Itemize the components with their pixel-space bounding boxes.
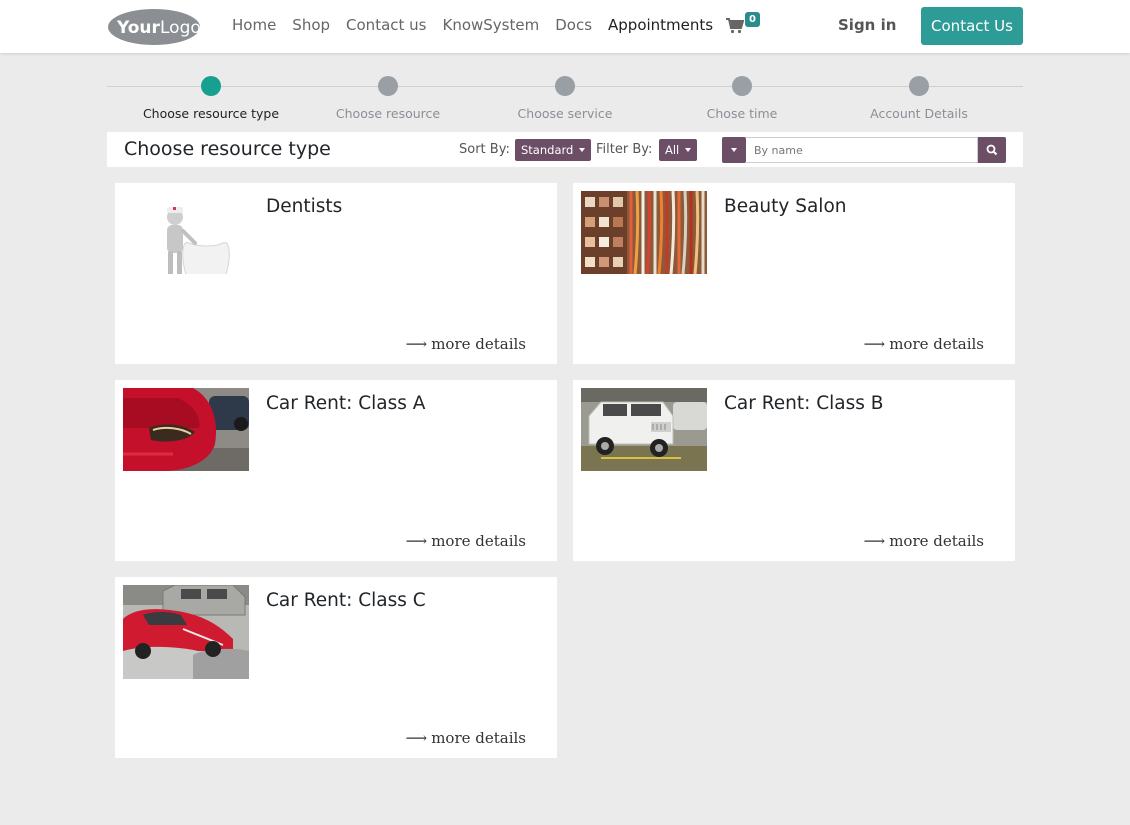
step-label: Choose service bbox=[517, 106, 613, 121]
more-details-link[interactable]: ⟶ more details bbox=[864, 532, 984, 550]
search-input[interactable] bbox=[746, 137, 978, 163]
caret-down-icon bbox=[731, 148, 737, 152]
nav-appointments[interactable]: Appointments bbox=[608, 16, 713, 34]
step-dot bbox=[378, 76, 398, 96]
resource-card-car-rent-class-b[interactable]: Car Rent: Class B ⟶ more details bbox=[573, 380, 1015, 561]
filter-dropdown[interactable]: All bbox=[659, 139, 698, 161]
filter-value: All bbox=[665, 143, 680, 157]
more-details-link[interactable]: ⟶ more details bbox=[406, 729, 526, 747]
more-details-label: more details bbox=[431, 335, 526, 353]
resource-card-dentists[interactable]: Dentists ⟶ more details bbox=[115, 183, 557, 364]
page-title: Choose resource type bbox=[124, 138, 331, 160]
card-image bbox=[123, 585, 249, 679]
arrow-right-icon: ⟶ bbox=[405, 532, 428, 550]
card-image bbox=[581, 191, 707, 274]
svg-text:Your: Your bbox=[116, 18, 161, 38]
nav-knowsystem[interactable]: KnowSystem bbox=[442, 16, 539, 34]
contact-us-button[interactable]: Contact Us bbox=[921, 7, 1023, 45]
step-label: Account Details bbox=[870, 106, 968, 121]
sort-dropdown[interactable]: Standard bbox=[515, 139, 592, 161]
step-dot bbox=[909, 76, 929, 96]
sort-value: Standard bbox=[521, 143, 574, 157]
logo[interactable]: Your Logo bbox=[107, 8, 201, 46]
arrow-right-icon: ⟶ bbox=[863, 335, 886, 353]
step-chose-time[interactable]: Chose time bbox=[662, 76, 822, 121]
card-title: Car Rent: Class C bbox=[266, 590, 426, 611]
step-label: Choose resource bbox=[335, 106, 441, 121]
step-account-details[interactable]: Account Details bbox=[839, 76, 999, 121]
arrow-right-icon: ⟶ bbox=[863, 532, 886, 550]
more-details-label: more details bbox=[889, 335, 984, 353]
step-label: Chose time bbox=[706, 106, 778, 121]
car-class-c-image bbox=[123, 585, 249, 679]
card-title: Dentists bbox=[266, 196, 343, 217]
step-choose-resource[interactable]: Choose resource bbox=[308, 76, 468, 121]
more-details-link[interactable]: ⟶ more details bbox=[864, 335, 984, 353]
toolbar: Choose resource type Sort By: Standard F… bbox=[107, 132, 1023, 167]
card-title: Car Rent: Class B bbox=[724, 393, 884, 414]
search-button[interactable] bbox=[978, 137, 1006, 163]
logo-image: Your Logo bbox=[108, 9, 201, 45]
header: Your Logo Home Shop Contact us KnowSyste… bbox=[0, 0, 1130, 53]
nav-contact-us[interactable]: Contact us bbox=[346, 16, 426, 34]
main-nav: Home Shop Contact us KnowSystem Docs App… bbox=[232, 16, 713, 34]
salon-image bbox=[581, 191, 707, 274]
step-dot bbox=[201, 76, 221, 96]
nav-home[interactable]: Home bbox=[232, 16, 276, 34]
caret-down-icon bbox=[579, 148, 586, 152]
car-class-b-image bbox=[581, 388, 707, 471]
filter-label: Filter By: bbox=[596, 142, 653, 157]
search-type-dropdown[interactable] bbox=[722, 137, 746, 163]
caret-down-icon bbox=[685, 148, 692, 152]
more-details-link[interactable]: ⟶ more details bbox=[406, 335, 526, 353]
card-title: Beauty Salon bbox=[724, 196, 847, 217]
card-image bbox=[123, 191, 249, 274]
arrow-right-icon: ⟶ bbox=[405, 729, 428, 747]
step-label: Choose resource type bbox=[142, 106, 280, 121]
more-details-link[interactable]: ⟶ more details bbox=[406, 532, 526, 550]
search-icon bbox=[986, 144, 998, 156]
cart-count-badge: 0 bbox=[745, 12, 760, 27]
sign-in-link[interactable]: Sign in bbox=[838, 16, 896, 34]
dentist-image bbox=[123, 191, 249, 274]
arrow-right-icon: ⟶ bbox=[405, 335, 428, 353]
sort-label: Sort By: bbox=[459, 142, 510, 157]
step-dot bbox=[555, 76, 575, 96]
more-details-label: more details bbox=[889, 532, 984, 550]
nav-docs[interactable]: Docs bbox=[555, 16, 592, 34]
resource-card-car-rent-class-a[interactable]: Car Rent: Class A ⟶ more details bbox=[115, 380, 557, 561]
step-dot bbox=[732, 76, 752, 96]
resource-card-beauty-salon[interactable]: Beauty Salon ⟶ more details bbox=[573, 183, 1015, 364]
card-image bbox=[123, 388, 249, 471]
step-choose-service[interactable]: Choose service bbox=[485, 76, 645, 121]
more-details-label: more details bbox=[431, 532, 526, 550]
nav-shop[interactable]: Shop bbox=[292, 16, 330, 34]
cart-icon bbox=[726, 18, 744, 34]
card-title: Car Rent: Class A bbox=[266, 393, 426, 414]
step-choose-resource-type[interactable]: Choose resource type bbox=[131, 76, 291, 121]
car-class-a-image bbox=[123, 388, 249, 471]
resource-card-car-rent-class-c[interactable]: Car Rent: Class C ⟶ more details bbox=[115, 577, 557, 758]
svg-text:Logo: Logo bbox=[160, 18, 201, 38]
more-details-label: more details bbox=[431, 729, 526, 747]
card-image bbox=[581, 388, 707, 471]
